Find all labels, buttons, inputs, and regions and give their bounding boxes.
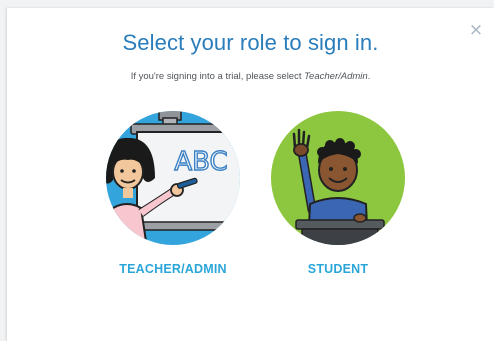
subtitle-text: If you're signing into a trial, please s… [130,71,305,82]
board-text: ABC [174,147,227,177]
subtitle-end: . [367,71,371,82]
teacher-admin-option[interactable]: ABC TEACHER/ADMIN [98,108,248,276]
student-raising-hand-icon[interactable] [268,108,408,248]
teacher-admin-label[interactable]: TEACHER/ADMIN [98,262,248,276]
student-label[interactable]: STUDENT [263,262,413,276]
teacher-at-whiteboard-icon[interactable]: ABC [103,108,243,248]
role-select-dialog: × Select your role to sign in. If you're… [7,8,494,341]
dialog-subtitle: If you're signing into a trial, please s… [7,71,494,82]
student-option[interactable]: STUDENT [263,108,413,276]
dialog-title: Select your role to sign in. [122,30,379,55]
subtitle-emphasis: Teacher/Admin [304,71,368,82]
